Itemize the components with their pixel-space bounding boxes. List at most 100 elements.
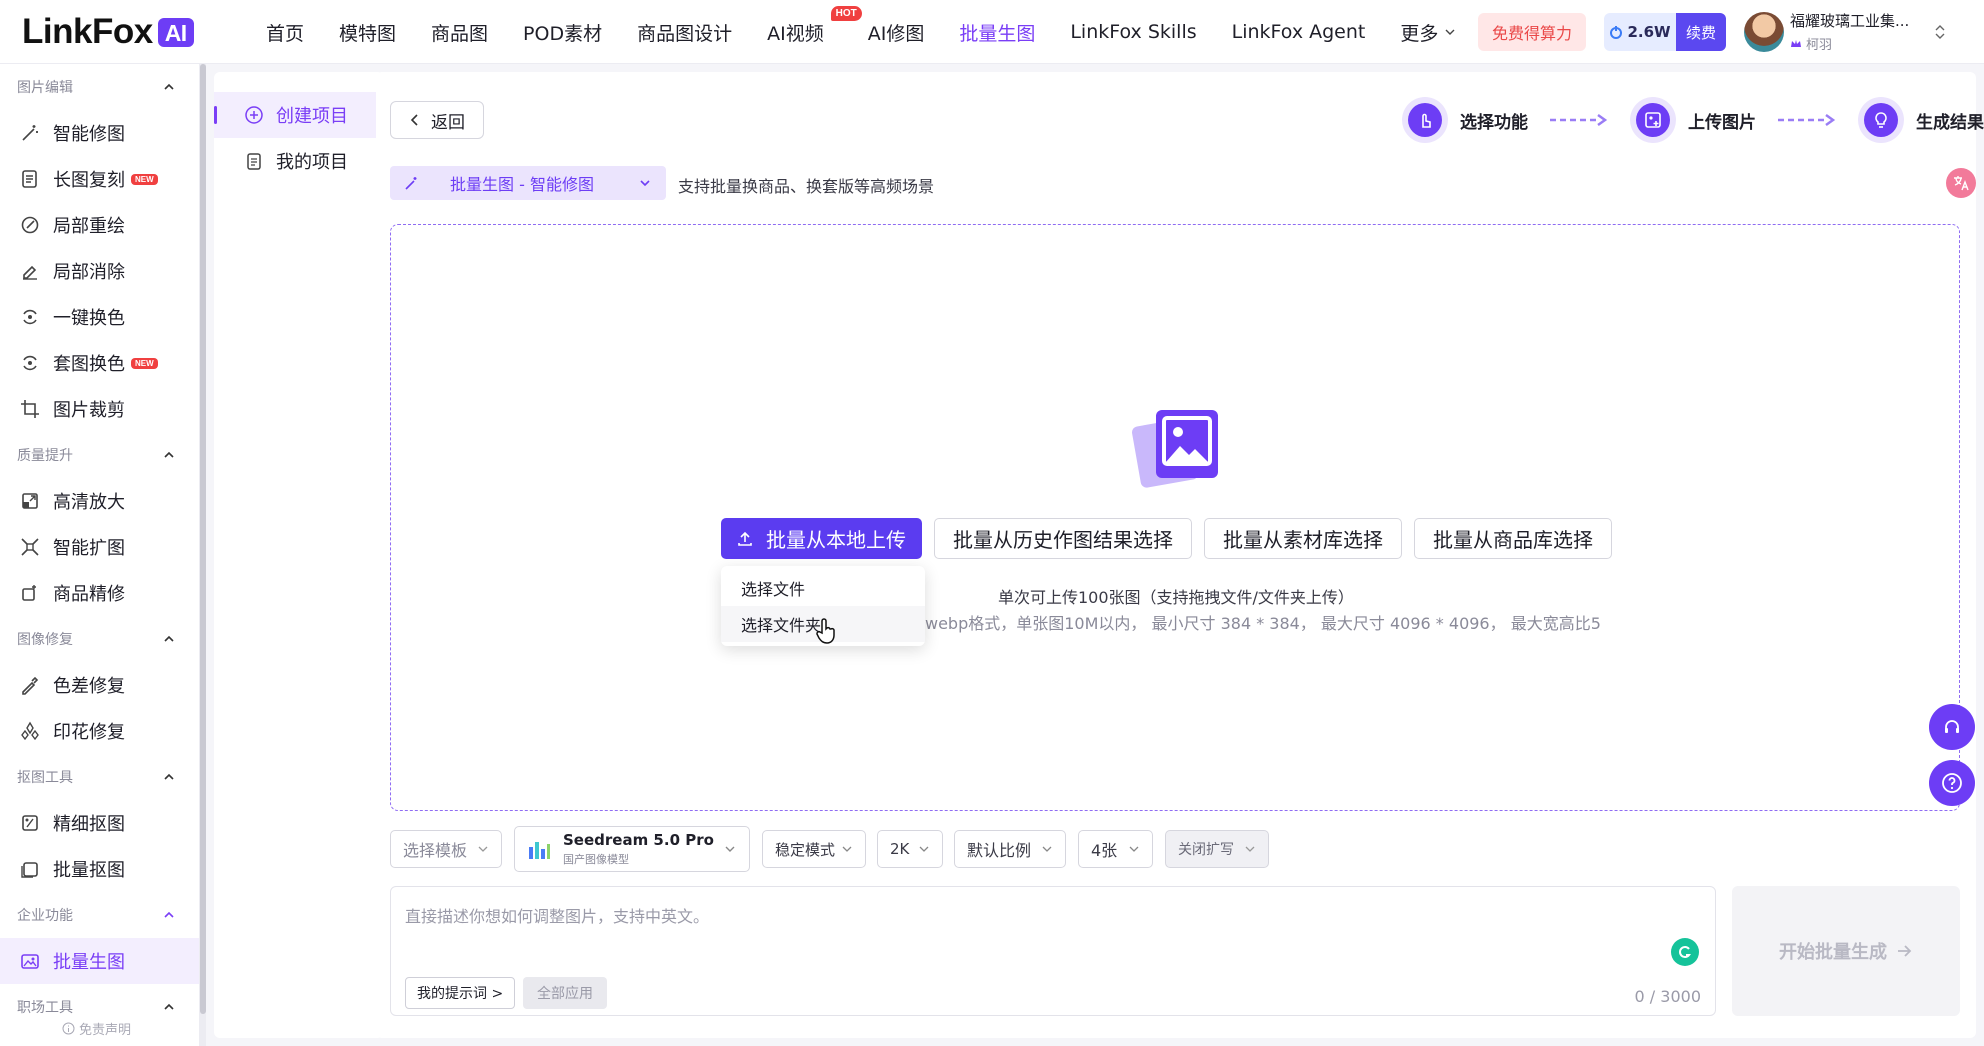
mode-label: 批量生图 - 智能修图	[450, 175, 594, 194]
user-company-name: 福耀玻璃工业集...	[1790, 12, 1910, 30]
prompt-input[interactable]: 直接描述你想如何调整图片，支持中英文。 我的提示词 > 全部应用 0 / 300…	[390, 886, 1716, 1016]
count-label: 4张	[1091, 841, 1118, 860]
nav-ai-video[interactable]: AI视频 HOT	[767, 5, 862, 46]
select-from-products-button[interactable]: 批量从商品库选择	[1414, 518, 1612, 559]
step-label: 上传图片	[1688, 112, 1756, 133]
nav-product-images[interactable]: 商品图	[431, 19, 488, 46]
template-select[interactable]: 选择模板	[390, 830, 502, 868]
sidebar-item-upscale[interactable]: 高清放大	[0, 478, 199, 524]
nav-more-label: 更多	[1400, 22, 1439, 45]
flame-icon	[1610, 26, 1623, 39]
logo-text: LinkFox	[22, 12, 153, 51]
scrollbar-thumb[interactable]	[200, 64, 206, 1014]
upscale-icon	[22, 493, 38, 509]
user-name: 柯羽	[1806, 38, 1833, 53]
translate-button[interactable]	[1946, 168, 1976, 198]
account-switch-icon[interactable]	[1933, 22, 1947, 42]
expand-prompt-select[interactable]: 关闭扩写	[1165, 830, 1269, 868]
sidebar-item-batch-cutout[interactable]: 批量抠图	[0, 846, 199, 892]
sidebar-item-crop[interactable]: 图片裁剪	[0, 386, 199, 432]
sidebar-item-print-repair[interactable]: 印花修复	[0, 708, 199, 754]
sidebar-item-set-recolor[interactable]: 套图换色 NEW	[0, 340, 199, 386]
chevron-up-icon	[164, 1003, 174, 1010]
sidebar-section-image-edit[interactable]: 图片编辑	[0, 64, 199, 110]
support-button[interactable]	[1929, 704, 1975, 750]
menu-item-select-file[interactable]: 选择文件	[721, 570, 925, 606]
credits-balance: 2.6W	[1604, 13, 1676, 51]
section-title: 职场工具	[17, 1000, 73, 1016]
sidebar-item-product-retouch[interactable]: 商品精修	[0, 570, 199, 616]
sidebar-section-cutout[interactable]: 抠图工具	[0, 754, 199, 800]
project-panel: 创建项目 我的项目	[214, 72, 384, 1038]
upload-icon	[738, 531, 752, 546]
aspect-ratio-select[interactable]: 默认比例	[954, 830, 1066, 868]
my-projects-button[interactable]: 我的项目	[214, 138, 384, 184]
sidebar-section-enterprise[interactable]: 企业功能	[0, 892, 199, 938]
sidebar-item-expand[interactable]: 智能扩图	[0, 524, 199, 570]
chevron-down-icon	[725, 846, 735, 852]
sidebar-item-fine-cutout[interactable]: 精细抠图	[0, 800, 199, 846]
nav-batch-generate[interactable]: 批量生图	[959, 19, 1035, 46]
disclaimer-text: 免责声明	[79, 1023, 132, 1038]
nav-model-images[interactable]: 模特图	[339, 19, 396, 46]
sidebar-item-color-repair[interactable]: 色差修复	[0, 662, 199, 708]
sidebar-section-repair[interactable]: 图像修复	[0, 616, 199, 662]
new-badge: NEW	[131, 357, 158, 369]
credits-value: 2.6W	[1627, 23, 1671, 41]
aspect-ratio-label: 默认比例	[967, 841, 1032, 860]
nav-linkfox-agent[interactable]: LinkFox Agent	[1232, 21, 1366, 43]
count-select[interactable]: 4张	[1078, 830, 1153, 868]
sidebar-item-label: 印花修复	[53, 722, 125, 743]
nav-product-design[interactable]: 商品图设计	[637, 19, 732, 46]
sidebar-section-quality[interactable]: 质量提升	[0, 432, 199, 478]
start-batch-generate-button[interactable]: 开始批量生成	[1732, 886, 1960, 1016]
logo[interactable]: LinkFox AI	[22, 12, 194, 52]
create-project-button[interactable]: 创建项目	[214, 92, 384, 138]
sidebar-item-long-image-clone[interactable]: 长图复刻 NEW	[0, 156, 199, 202]
char-counter: 0 / 3000	[1634, 987, 1701, 1006]
help-button[interactable]	[1929, 760, 1975, 806]
grammarly-icon[interactable]	[1671, 938, 1699, 966]
chevron-up-icon	[164, 83, 174, 90]
upload-local-button[interactable]: 批量从本地上传	[721, 518, 922, 559]
sidebar-scrollbar[interactable]	[200, 64, 206, 1046]
translate-icon	[1954, 176, 1969, 191]
free-credits-button[interactable]: 免费得算力	[1478, 13, 1586, 51]
mode-stability-select[interactable]: 稳定模式	[762, 830, 866, 868]
sidebar-item-batch-generate[interactable]: 批量生图	[0, 938, 199, 984]
chevron-up-icon	[164, 635, 174, 642]
cutout-icon	[22, 815, 38, 831]
disclaimer-link[interactable]: 免责声明	[62, 1019, 131, 1038]
model-select[interactable]: Seedream 5.0 Pro 国产图像模型	[514, 826, 750, 872]
chevron-down-icon	[919, 846, 929, 852]
upload-local-label: 批量从本地上传	[766, 528, 906, 552]
nav-home[interactable]: 首页	[266, 19, 304, 46]
dashed-arrow-icon	[1550, 113, 1608, 127]
sidebar-item-inpaint[interactable]: 局部重绘	[0, 202, 199, 248]
apply-all-button[interactable]: 全部应用	[523, 977, 607, 1009]
mode-selector[interactable]: 批量生图 - 智能修图	[390, 166, 666, 200]
chevron-down-icon	[640, 180, 650, 187]
renew-button[interactable]: 续费	[1676, 13, 1726, 51]
nav-linkfox-skills[interactable]: LinkFox Skills	[1070, 21, 1196, 43]
back-button[interactable]: 返回	[390, 101, 484, 139]
nav-ai-retouch[interactable]: AI修图	[868, 19, 925, 46]
new-badge: NEW	[131, 173, 158, 185]
select-from-library-button[interactable]: 批量从素材库选择	[1204, 518, 1402, 559]
image-icon	[21, 954, 39, 969]
sidebar-item-recolor[interactable]: 一键换色	[0, 294, 199, 340]
user-info[interactable]: 福耀玻璃工业集... 柯羽	[1790, 10, 1940, 53]
select-from-history-button[interactable]: 批量从历史作图结果选择	[934, 518, 1192, 559]
my-prompts-button[interactable]: 我的提示词 >	[405, 977, 516, 1009]
sidebar-item-smart-retouch[interactable]: 智能修图	[0, 110, 199, 156]
resolution-select[interactable]: 2K	[877, 830, 943, 868]
hand-cursor-icon	[816, 618, 835, 644]
eraser-icon	[23, 265, 37, 280]
sidebar-item-label: 智能扩图	[53, 538, 125, 559]
nav-more[interactable]: 更多	[1400, 19, 1457, 46]
section-title: 图片编辑	[17, 80, 73, 96]
sidebar-item-label: 一键换色	[53, 308, 125, 329]
sidebar-item-erase[interactable]: 局部消除	[0, 248, 199, 294]
avatar[interactable]	[1744, 12, 1784, 52]
nav-pod-assets[interactable]: POD素材	[523, 19, 602, 46]
